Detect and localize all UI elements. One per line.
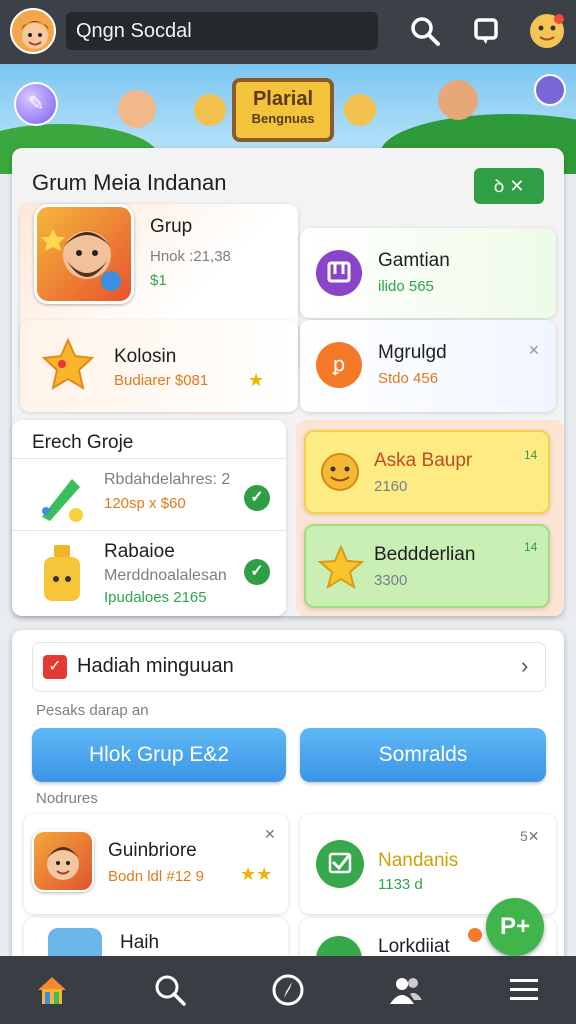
close-icon[interactable]: ✕ xyxy=(264,826,276,843)
bottom-nav xyxy=(0,956,576,1024)
item-name: Gamtian xyxy=(378,250,450,271)
search-icon[interactable] xyxy=(408,14,442,48)
reward-panel: ✓ Hadiah minguuan › Pesaks darap an Hlok… xyxy=(12,630,564,970)
character-avatar-icon xyxy=(32,830,94,892)
item-sub: 120sp x $60 xyxy=(104,495,186,512)
checkbox-icon[interactable]: ✓ xyxy=(43,655,67,679)
item-name: Mgrulgd xyxy=(378,342,447,363)
banner-sign-title: Plarial xyxy=(252,88,314,110)
star-icon xyxy=(41,337,95,391)
top-bar: Qngn Socdal xyxy=(0,0,576,64)
list-item-gamtian[interactable]: Gamtian ilido 565 xyxy=(300,228,556,318)
item-name: Kolosin xyxy=(114,346,177,367)
search-input[interactable]: Qngn Socdal xyxy=(66,12,378,50)
erech-title: Erech Groje xyxy=(32,432,134,453)
list-item[interactable]: Rabaioe Merddnoalalesan Ipudaloes 2165 ✓ xyxy=(12,530,286,616)
close-icon[interactable]: ✕ xyxy=(528,342,540,359)
card-name: Nandanis xyxy=(378,850,459,871)
feature-value: 3300 xyxy=(374,572,408,589)
item-name: Rbdahdelahres: 2 xyxy=(104,471,231,488)
star-icon xyxy=(318,544,364,590)
chevron-right-icon[interactable]: › xyxy=(521,653,528,679)
item-name: Rabaioe xyxy=(104,541,175,562)
bottle-icon xyxy=(44,545,80,601)
item-sub: Budiarer $081 xyxy=(114,372,209,389)
rocket-icon xyxy=(42,479,83,522)
add-fab-button[interactable]: P+ xyxy=(486,898,544,956)
profile-avatar[interactable] xyxy=(10,8,56,54)
group-avatar-icon xyxy=(34,204,134,304)
group-name: Grup xyxy=(150,216,193,237)
banner-sign-subtitle: Bengnuas xyxy=(251,111,315,126)
reward-title: Hadiah minguuan xyxy=(77,655,234,677)
check-icon[interactable]: ✓ xyxy=(244,485,270,511)
card-sub: 1133 d xyxy=(378,876,423,893)
card-name: Guinbriore xyxy=(108,840,197,861)
item-sub: Stdo 456 xyxy=(378,370,439,387)
list-item-mgrulgd[interactable]: ꝑ Mgrulgd Stdo 456 ✕ xyxy=(300,320,556,412)
compass-icon[interactable] xyxy=(270,972,306,1008)
caption: Pesaks darap an xyxy=(36,702,149,719)
caption: Nodrures xyxy=(36,790,98,807)
banner-sign: Plarial Bengnuas xyxy=(232,78,334,142)
group-badge: $1 xyxy=(150,272,167,289)
search-icon[interactable] xyxy=(152,972,188,1008)
badge-icon: ꝑ xyxy=(316,342,362,388)
close-icon[interactable]: 5✕ xyxy=(520,828,540,845)
character-icon xyxy=(438,80,478,120)
rating-star-icon: ★★ xyxy=(240,864,273,884)
green-feature-card[interactable]: Beddderlian 3300 14 xyxy=(304,524,550,608)
bubble-icon xyxy=(534,74,566,106)
character-icon xyxy=(118,90,156,128)
calendar-icon xyxy=(316,250,362,296)
panel-title: Grum Meia Indanan xyxy=(32,170,227,195)
message-icon[interactable] xyxy=(470,14,504,48)
character-icon xyxy=(194,94,226,126)
feature-column: Aska Baupr 2160 14 Beddderlian 3300 14 xyxy=(296,420,564,616)
card-name: Lorkdiiat xyxy=(378,936,450,957)
list-item[interactable]: Rbdahdelahres: 2 120sp x $60 ✓ xyxy=(12,458,286,530)
yellow-feature-card[interactable]: Aska Baupr 2160 14 xyxy=(304,430,550,514)
emoji-avatar-icon[interactable] xyxy=(528,12,566,50)
notification-dot-icon xyxy=(468,928,482,942)
group-stat: Hnok :21,38 xyxy=(150,248,231,265)
group-button[interactable]: Hlok Grup E&2 xyxy=(32,728,286,782)
feature-name: Beddderlian xyxy=(374,544,476,565)
bubble-icon: ✎ xyxy=(14,82,58,126)
menu-icon[interactable] xyxy=(506,972,542,1008)
card-name: Haih xyxy=(120,932,160,953)
feature-value: 2160 xyxy=(374,478,408,495)
feature-corner: 14 xyxy=(524,540,538,554)
list-item-kolosin[interactable]: Kolosin Budiarer $081 ★ xyxy=(20,320,298,412)
home-icon[interactable] xyxy=(34,972,70,1008)
check-icon xyxy=(316,840,364,888)
check-icon[interactable]: ✓ xyxy=(244,559,270,585)
item-sub: ilido 565 xyxy=(378,278,434,295)
reward-card-a[interactable]: Guinbriore Bodn ldl #12 9 ★★ ✕ xyxy=(24,814,288,914)
rating-star-icon: ★ xyxy=(248,370,265,390)
card-sub: Bodn ldl #12 9 xyxy=(108,868,204,885)
item-sub: Merddnoalalesan xyxy=(104,567,227,584)
feature-corner: 14 xyxy=(524,448,538,462)
smile-icon xyxy=(321,453,359,491)
character-icon xyxy=(344,94,376,126)
feature-name: Aska Baupr xyxy=(374,450,473,471)
friends-icon[interactable] xyxy=(388,972,424,1008)
group-toggle-button[interactable]: ꝺ ✕ xyxy=(474,168,544,204)
group-panel: Grum Meia Indanan ꝺ ✕ Grup Hnok :21,38 $… xyxy=(12,148,564,616)
item-sub: Ipudaloes 2165 xyxy=(104,589,207,606)
secondary-button[interactable]: Somralds xyxy=(300,728,546,782)
erech-card: Erech Groje Rbdahdelahres: 2 120sp x $60… xyxy=(12,420,286,616)
weekly-reward-row[interactable]: ✓ Hadiah minguuan › xyxy=(32,642,546,692)
